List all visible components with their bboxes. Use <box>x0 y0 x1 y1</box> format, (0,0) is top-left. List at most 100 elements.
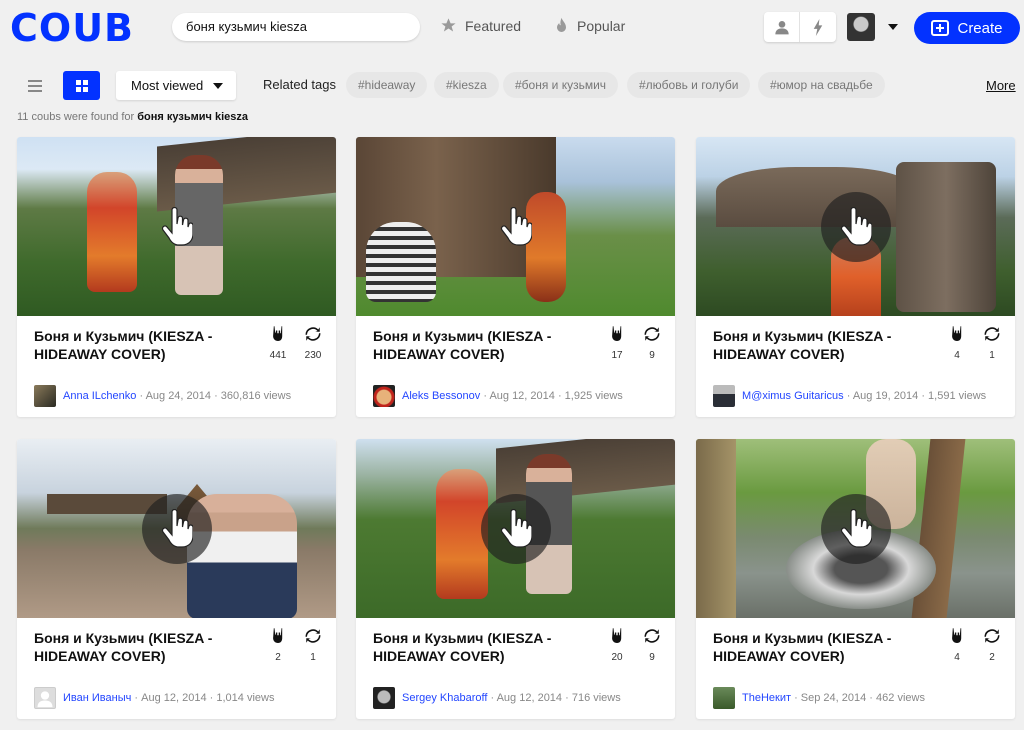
grid-view-button[interactable] <box>63 71 100 100</box>
likes-stat[interactable]: 4 <box>942 326 972 361</box>
coub-views: 716 views <box>571 692 621 704</box>
coub-card[interactable]: Боня и Кузьмич (KIESZA - HIDEAWAY COVER)… <box>356 439 675 719</box>
chevron-down-icon <box>213 83 223 89</box>
search-input[interactable]: боня кузьмич kiesza <box>172 13 420 41</box>
rock-horns-icon <box>610 628 624 644</box>
coub-meta: TheНекит · Sep 24, 2014 · 462 views <box>742 692 925 704</box>
user-avatar[interactable] <box>847 13 875 41</box>
coub-title[interactable]: Боня и Кузьмич (KIESZA - HIDEAWAY COVER) <box>713 629 933 665</box>
author-avatar[interactable] <box>34 687 56 709</box>
recoub-icon <box>304 628 322 644</box>
grid-icon <box>75 79 88 92</box>
coub-card[interactable]: Боня и Кузьмич (KIESZA - HIDEAWAY COVER)… <box>696 137 1015 417</box>
coub-card[interactable]: Боня и Кузьмич (KIESZA - HIDEAWAY COVER)… <box>356 137 675 417</box>
coub-thumbnail[interactable] <box>696 439 1015 618</box>
play-hand-icon[interactable] <box>820 493 891 564</box>
recoubs-stat[interactable]: 2 <box>977 628 1007 663</box>
coub-title[interactable]: Боня и Кузьмич (KIESZA - HIDEAWAY COVER) <box>373 629 593 665</box>
author-link[interactable]: TheНекит <box>742 692 791 704</box>
coub-meta: Anna ILchenko · Aug 24, 2014 · 360,816 v… <box>63 390 291 402</box>
chevron-down-icon[interactable] <box>888 24 898 30</box>
rock-horns-icon <box>271 628 285 644</box>
likes-stat[interactable]: 17 <box>602 326 632 361</box>
author-avatar[interactable] <box>713 687 735 709</box>
coub-date: · Aug 12, 2014 · <box>134 692 214 704</box>
author-link[interactable]: Anna ILchenko <box>63 390 136 402</box>
coub-meta: Aleks Bessonov · Aug 12, 2014 · 1,925 vi… <box>402 390 623 402</box>
recoub-icon <box>983 326 1001 342</box>
tag-chip[interactable]: #hideaway <box>346 72 428 98</box>
recoubs-stat[interactable]: 1 <box>977 326 1007 361</box>
coub-title[interactable]: Боня и Кузьмич (KIESZA - HIDEAWAY COVER) <box>373 327 593 363</box>
author-link[interactable]: Aleks Bessonov <box>402 390 480 402</box>
related-tags-label: Related tags <box>263 77 336 92</box>
author-avatar[interactable] <box>373 385 395 407</box>
coub-meta: Иван Иваныч · Aug 12, 2014 · 1,014 views <box>63 692 274 704</box>
recoub-icon <box>643 628 661 644</box>
coub-thumbnail[interactable] <box>356 439 675 618</box>
recoubs-count: 9 <box>649 652 655 663</box>
coub-thumbnail[interactable] <box>17 439 336 618</box>
recoub-icon <box>983 628 1001 644</box>
results-summary: 11 coubs were found for боня кузьмич kie… <box>17 111 248 123</box>
nav-popular[interactable]: Popular <box>554 17 625 35</box>
author-link[interactable]: Иван Иваныч <box>63 692 131 704</box>
play-hand-icon[interactable] <box>481 192 551 262</box>
author-avatar[interactable] <box>713 385 735 407</box>
coub-thumbnail[interactable] <box>356 137 675 316</box>
list-view-icon[interactable] <box>26 78 44 94</box>
coub-views: 462 views <box>876 692 925 704</box>
tag-chip[interactable]: #боня и кузьмич <box>503 72 619 98</box>
sort-select[interactable]: Most viewed <box>116 71 236 100</box>
plus-box-icon <box>931 20 950 36</box>
recoubs-stat[interactable]: 9 <box>637 628 667 663</box>
coub-card[interactable]: Боня и Кузьмич (KIESZA - HIDEAWAY COVER)… <box>696 439 1015 719</box>
likes-count: 4 <box>954 350 960 361</box>
tag-chip[interactable]: #любовь и голуби <box>627 72 751 98</box>
coub-title[interactable]: Боня и Кузьмич (KIESZA - HIDEAWAY COVER) <box>34 327 254 363</box>
play-hand-icon[interactable] <box>141 493 212 564</box>
likes-count: 2 <box>275 652 281 663</box>
coub-title[interactable]: Боня и Кузьмич (KIESZA - HIDEAWAY COVER) <box>34 629 254 665</box>
recoubs-count: 9 <box>649 350 655 361</box>
author-link[interactable]: Sergey Khabaroff <box>402 692 487 704</box>
coub-views: 1,591 views <box>928 390 987 402</box>
coub-meta: M@ximus Guitaricus · Aug 19, 2014 · 1,59… <box>742 390 986 402</box>
play-hand-icon[interactable] <box>480 493 551 564</box>
author-avatar[interactable] <box>34 385 56 407</box>
profile-button[interactable] <box>764 12 800 42</box>
nav-featured[interactable]: Featured <box>440 17 521 34</box>
likes-stat[interactable]: 2 <box>263 628 293 663</box>
likes-stat[interactable]: 441 <box>263 326 293 361</box>
recoubs-count: 1 <box>310 652 316 663</box>
sort-select-value: Most viewed <box>131 78 204 93</box>
likes-count: 17 <box>611 350 623 361</box>
coub-date: · Sep 24, 2014 · <box>794 692 873 704</box>
likes-stat[interactable]: 20 <box>602 628 632 663</box>
coub-thumbnail[interactable] <box>17 137 336 316</box>
coub-views: 1,014 views <box>216 692 275 704</box>
coub-card[interactable]: Боня и Кузьмич (KIESZA - HIDEAWAY COVER)… <box>17 137 336 417</box>
tag-chip[interactable]: #kiesza <box>434 72 499 98</box>
coub-title[interactable]: Боня и Кузьмич (KIESZA - HIDEAWAY COVER) <box>713 327 933 363</box>
recoubs-stat[interactable]: 9 <box>637 326 667 361</box>
notifications-button[interactable] <box>800 12 836 42</box>
play-hand-icon[interactable] <box>820 191 891 262</box>
results-query: боня кузьмич kiesza <box>137 111 248 123</box>
lightning-icon <box>813 18 823 36</box>
recoubs-stat[interactable]: 230 <box>298 326 328 361</box>
author-link[interactable]: M@ximus Guitaricus <box>742 390 844 402</box>
tag-chip[interactable]: #юмор на свадьбе <box>758 72 885 98</box>
likes-count: 441 <box>269 350 287 361</box>
coub-logo[interactable]: COUB <box>10 9 134 47</box>
recoubs-stat[interactable]: 1 <box>298 628 328 663</box>
create-button[interactable]: Create <box>914 12 1020 44</box>
more-tags-link[interactable]: More <box>986 78 1016 93</box>
author-avatar[interactable] <box>373 687 395 709</box>
user-icon <box>774 21 789 35</box>
coub-card[interactable]: Боня и Кузьмич (KIESZA - HIDEAWAY COVER)… <box>17 439 336 719</box>
likes-stat[interactable]: 4 <box>942 628 972 663</box>
rock-horns-icon <box>950 628 964 644</box>
coub-thumbnail[interactable] <box>696 137 1015 316</box>
play-hand-icon[interactable] <box>142 192 212 262</box>
